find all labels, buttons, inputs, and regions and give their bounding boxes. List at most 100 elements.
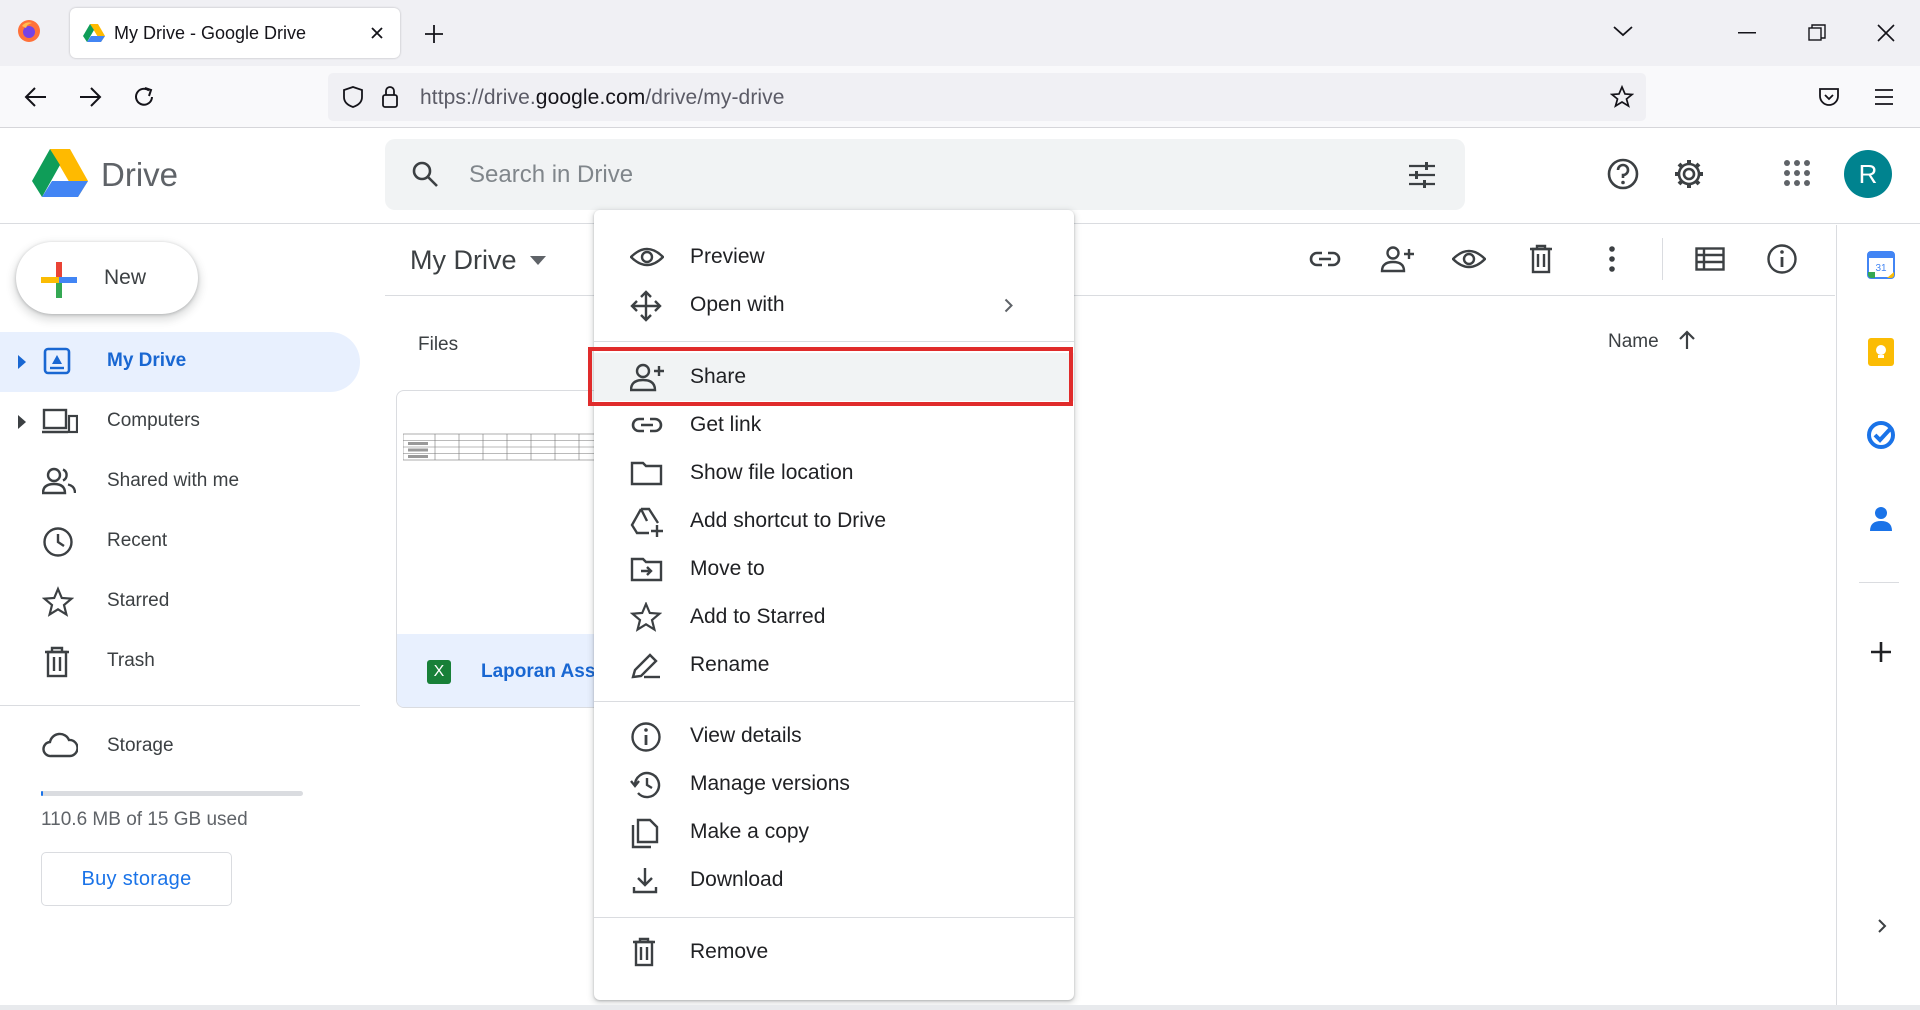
close-window-icon[interactable] — [1876, 23, 1896, 43]
expand-caret-icon[interactable] — [18, 415, 26, 429]
toolbar-divider — [1662, 238, 1663, 280]
spreadsheet-thumbnail — [403, 433, 603, 463]
menu-item-get-link[interactable]: Get link — [594, 401, 1074, 449]
bookmark-star-icon[interactable] — [1610, 85, 1634, 109]
menu-item-rename[interactable]: Rename — [594, 641, 1074, 689]
settings-gear-icon[interactable] — [1672, 157, 1706, 191]
menu-item-remove[interactable]: Remove — [594, 928, 1074, 976]
menu-item-download[interactable]: Download — [594, 856, 1074, 904]
sidebar-item-trash[interactable]: Trash — [0, 632, 360, 692]
close-tab-icon[interactable] — [367, 23, 387, 43]
download-icon — [630, 865, 660, 895]
info-icon — [630, 721, 662, 753]
menu-item-show-file-location[interactable]: Show file location — [594, 449, 1074, 497]
search-input[interactable] — [469, 157, 1269, 193]
menu-item-label: Add shortcut to Drive — [690, 509, 887, 532]
expand-caret-icon[interactable] — [18, 355, 26, 369]
product-name[interactable]: Drive — [101, 156, 178, 194]
google-drive-logo-icon[interactable] — [32, 148, 88, 198]
menu-item-add-to-starred[interactable]: Add to Starred — [594, 593, 1074, 641]
menu-item-label: View details — [690, 724, 802, 747]
sidebar-item-computers[interactable]: Computers — [0, 392, 360, 452]
page-title[interactable]: My Drive — [410, 245, 517, 276]
tracking-protection-shield-icon[interactable] — [342, 85, 364, 109]
search-icon[interactable] — [411, 160, 439, 188]
forward-arrow-icon[interactable] — [78, 86, 102, 108]
sidebar-item-shared-with-me[interactable]: Shared with me — [0, 452, 360, 512]
preview-eye-icon[interactable] — [1452, 248, 1486, 270]
tasks-icon[interactable] — [1867, 421, 1895, 449]
sort-ascending-arrow-icon[interactable] — [1678, 330, 1696, 350]
reload-icon[interactable] — [132, 85, 156, 109]
lock-icon[interactable] — [381, 85, 399, 109]
highlight-box — [588, 347, 1073, 406]
star-icon — [42, 586, 74, 618]
move-to-folder-icon — [630, 554, 664, 584]
google-apps-icon[interactable] — [1784, 160, 1810, 186]
excel-file-icon: X — [427, 660, 451, 684]
sidebar-item-label: My Drive — [107, 350, 187, 371]
list-view-icon[interactable] — [1695, 247, 1725, 271]
help-icon[interactable] — [1606, 157, 1640, 191]
trash-icon — [42, 646, 72, 678]
new-button[interactable]: New — [16, 242, 198, 314]
submenu-chevron-icon — [1004, 298, 1013, 313]
star-icon — [630, 602, 662, 632]
menu-item-view-details[interactable]: View details — [594, 712, 1074, 760]
back-arrow-icon[interactable] — [24, 86, 48, 108]
menu-item-make-a-copy[interactable]: Make a copy — [594, 808, 1074, 856]
pocket-icon[interactable] — [1818, 86, 1840, 108]
menu-item-add-shortcut[interactable]: Add shortcut to Drive — [594, 497, 1074, 545]
show-side-panel-chevron-icon[interactable] — [1877, 918, 1887, 934]
pencil-icon — [630, 650, 662, 680]
restore-window-icon[interactable] — [1808, 24, 1826, 42]
storage-usage-fill — [41, 791, 43, 796]
add-person-icon[interactable] — [1380, 245, 1416, 273]
sidebar-item-starred[interactable]: Starred — [0, 572, 360, 632]
menu-item-preview[interactable]: Preview — [594, 233, 1074, 281]
more-actions-icon[interactable] — [1609, 246, 1615, 272]
menu-item-open-with[interactable]: Open with — [594, 281, 1074, 329]
search-bar[interactable] — [385, 139, 1465, 210]
sidebar-item-my-drive[interactable]: My Drive — [0, 332, 360, 392]
keep-icon[interactable] — [1867, 337, 1895, 367]
buy-storage-button[interactable]: Buy storage — [41, 852, 232, 906]
url-bar[interactable]: https://drive.google.com/drive/my-drive — [328, 73, 1646, 121]
menu-item-move-to[interactable]: Move to — [594, 545, 1074, 593]
files-section-label: Files — [418, 334, 459, 355]
sidebar: New My Drive Computers Shared with me Re… — [0, 225, 362, 1010]
get-link-icon[interactable] — [1308, 246, 1342, 272]
view-details-info-icon[interactable] — [1766, 243, 1798, 275]
minimize-window-icon[interactable] — [1738, 32, 1756, 34]
sidebar-item-label: Computers — [107, 410, 200, 431]
contacts-icon[interactable] — [1869, 505, 1893, 533]
shared-people-icon — [42, 466, 76, 496]
delete-trash-icon[interactable] — [1528, 244, 1554, 274]
search-options-icon[interactable] — [1407, 161, 1437, 189]
sort-by-name-button[interactable]: Name — [1608, 331, 1659, 353]
firefox-icon[interactable] — [16, 18, 42, 44]
new-tab-icon[interactable] — [422, 22, 446, 46]
dropdown-arrow-icon[interactable] — [530, 256, 546, 265]
file-name[interactable]: Laporan Asse — [481, 661, 606, 683]
open-with-move-arrows-icon — [630, 290, 662, 322]
browser-tab-strip: My Drive - Google Drive — [0, 0, 1920, 66]
sidebar-item-storage[interactable]: Storage — [0, 717, 360, 777]
hamburger-menu-icon[interactable] — [1873, 88, 1895, 106]
add-shortcut-drive-icon — [630, 506, 664, 538]
eye-icon — [630, 242, 664, 272]
account-avatar[interactable]: R — [1844, 150, 1892, 198]
list-all-tabs-icon[interactable] — [1612, 24, 1634, 38]
sidebar-item-label: Starred — [107, 590, 170, 611]
url-text[interactable]: https://drive.google.com/drive/my-drive — [420, 86, 785, 110]
side-panel: 31 — [1836, 225, 1920, 1010]
cloud-icon — [42, 731, 78, 759]
calendar-icon[interactable]: 31 — [1867, 251, 1895, 279]
sidebar-item-recent[interactable]: Recent — [0, 512, 360, 572]
menu-separator — [594, 701, 1074, 702]
menu-item-manage-versions[interactable]: Manage versions — [594, 760, 1074, 808]
browser-tab[interactable]: My Drive - Google Drive — [70, 8, 400, 58]
get-add-ons-plus-icon[interactable] — [1869, 640, 1893, 664]
menu-item-label: Show file location — [690, 461, 854, 484]
page-title-text: My Drive — [410, 245, 517, 275]
